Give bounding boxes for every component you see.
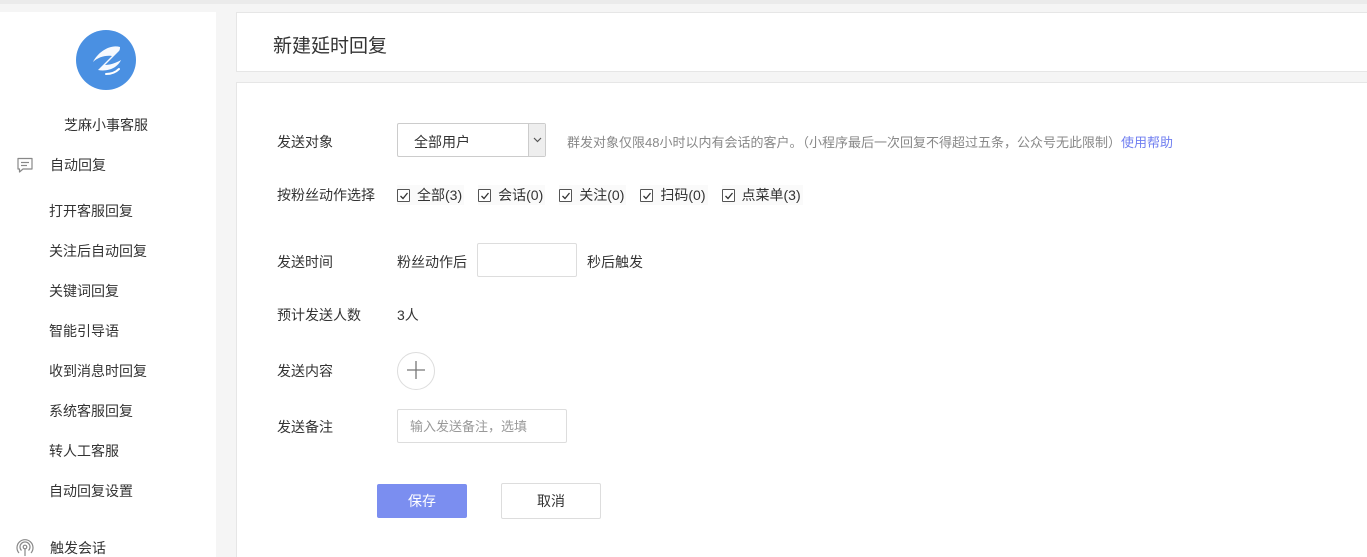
checkbox-session[interactable]: 会话(0) xyxy=(478,185,546,205)
brand-name: 芝麻小事客服 xyxy=(64,117,148,133)
send-time-label: 发送时间 xyxy=(277,254,333,270)
sidebar-item-message-reply[interactable]: 收到消息时回复 xyxy=(49,361,147,381)
action-filter-label: 按粉丝动作选择 xyxy=(277,187,375,203)
checkbox-label: 扫码(0) xyxy=(660,187,706,203)
sidebar-item-transfer-human[interactable]: 转人工客服 xyxy=(49,441,119,461)
checkbox-label: 全部(3) xyxy=(417,187,463,203)
checkmark-icon[interactable] xyxy=(478,188,492,202)
checkbox-follow[interactable]: 关注(0) xyxy=(559,185,627,205)
help-link[interactable]: 使用帮助 xyxy=(1121,135,1173,150)
sidebar-group-trigger-session[interactable]: 触发会话 xyxy=(16,538,106,557)
top-divider xyxy=(0,0,1367,4)
seconds-input[interactable] xyxy=(477,243,577,277)
sidebar-item-system-service-reply[interactable]: 系统客服回复 xyxy=(49,401,133,421)
plus-icon xyxy=(405,359,427,384)
remark-label: 发送备注 xyxy=(277,419,333,435)
sidebar-item-smart-guide[interactable]: 智能引导语 xyxy=(49,321,119,341)
estimate-value: 3人 xyxy=(397,307,419,323)
sidebar: 芝麻小事客服 自动回复 打开客服回复 关注后自动回复 关键词回复 智能引导语 收… xyxy=(0,12,216,557)
remark-input[interactable] xyxy=(397,409,567,443)
cancel-button[interactable]: 取消 xyxy=(501,483,601,519)
chat-list-icon xyxy=(16,156,34,174)
target-select-value: 全部用户 xyxy=(414,134,470,150)
chevron-down-icon[interactable] xyxy=(528,124,545,156)
sidebar-item-follow-auto-reply[interactable]: 关注后自动回复 xyxy=(49,241,147,261)
target-hint-text: 群发对象仅限48小时以内有会话的客户。（小程序最后一次回复不得超过五条，公众号无… xyxy=(567,135,1121,150)
checkmark-icon[interactable] xyxy=(721,188,735,202)
send-time-prefix: 粉丝动作后 xyxy=(397,254,467,270)
checkmark-icon[interactable] xyxy=(640,188,654,202)
estimate-label: 预计发送人数 xyxy=(277,307,361,323)
checkbox-label: 会话(0) xyxy=(498,187,544,203)
checkbox-label: 点菜单(3) xyxy=(741,187,801,203)
sidebar-item-keyword-reply[interactable]: 关键词回复 xyxy=(49,281,119,301)
content-label: 发送内容 xyxy=(277,363,333,379)
checkbox-all[interactable]: 全部(3) xyxy=(397,185,465,205)
add-content-button[interactable] xyxy=(397,352,435,390)
sidebar-group-label: 触发会话 xyxy=(50,540,106,556)
checkbox-menu-click[interactable]: 点菜单(3) xyxy=(721,185,803,205)
checkmark-icon[interactable] xyxy=(559,188,573,202)
sidebar-group-label: 自动回复 xyxy=(50,157,106,173)
sidebar-group-auto-reply[interactable]: 自动回复 xyxy=(16,155,106,175)
sidebar-item-auto-reply-settings[interactable]: 自动回复设置 xyxy=(49,481,133,501)
page-header: 新建延时回复 xyxy=(236,12,1367,72)
form-panel: 发送对象 全部用户 群发对象仅限48小时以内有会话的客户。（小程序最后一次回复不… xyxy=(236,82,1367,557)
page-title: 新建延时回复 xyxy=(273,36,388,57)
checkbox-scan[interactable]: 扫码(0) xyxy=(640,185,708,205)
send-time-suffix: 秒后触发 xyxy=(587,254,643,270)
checkbox-label: 关注(0) xyxy=(579,187,625,203)
target-hint: 群发对象仅限48小时以内有会话的客户。（小程序最后一次回复不得超过五条，公众号无… xyxy=(567,132,1173,151)
target-select[interactable]: 全部用户 xyxy=(397,123,546,157)
action-filter-group: 全部(3) 会话(0) 关注(0) 扫码(0) 点菜单(3) xyxy=(397,185,817,205)
save-button[interactable]: 保存 xyxy=(377,484,467,518)
checkmark-icon[interactable] xyxy=(397,188,410,202)
brand-logo-icon xyxy=(76,30,136,90)
broadcast-icon xyxy=(16,539,34,557)
target-label: 发送对象 xyxy=(277,134,333,150)
sidebar-item-open-service-reply[interactable]: 打开客服回复 xyxy=(49,201,133,221)
